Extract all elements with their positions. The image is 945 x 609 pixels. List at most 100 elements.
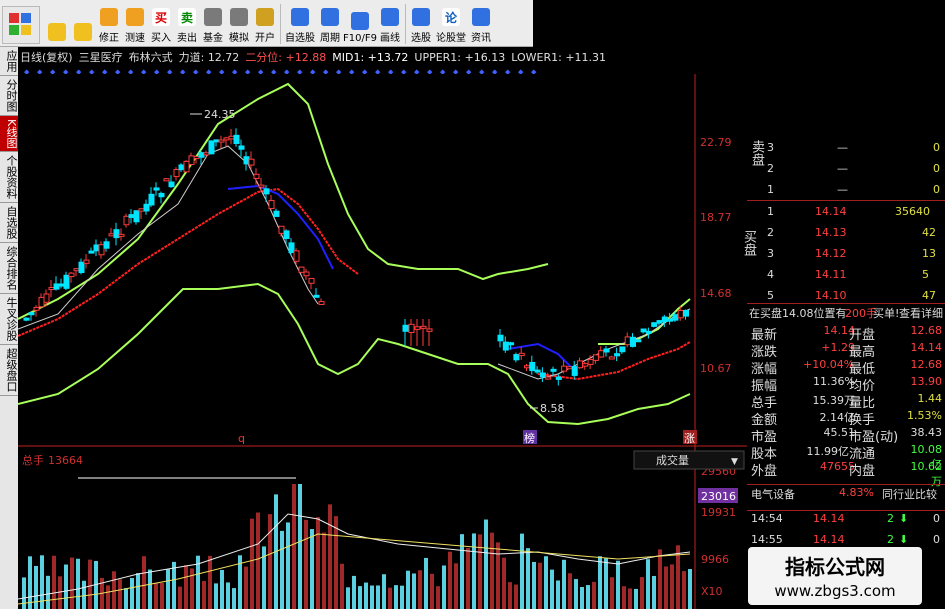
mid-value: +13.72 [367,50,409,64]
candle-body [640,328,647,333]
toolbar-nav-button-0[interactable] [44,2,70,46]
side-tab-2[interactable]: K线图 [0,116,18,153]
side-tab-5[interactable]: 综合排名 [0,243,18,295]
toolbar-button-3[interactable]: 测速 [122,2,148,46]
buy-level-row[interactable]: 4 14.11 5 [747,267,945,284]
candle-body [113,229,120,239]
bid-info-detail-link[interactable]: 查看详细 [899,305,943,321]
lock-icon [256,8,274,26]
tick-flag: 0 [933,512,940,525]
event-mark-zhang[interactable]: 涨 [684,432,695,445]
buy-level-row[interactable]: 3 14.12 13 [747,246,945,263]
toolbar-button-12[interactable]: 画线 [377,2,403,46]
price-tick-label: 18.77 [700,211,732,224]
side-tab-0[interactable]: 应用 [0,47,18,76]
toolbar-button-6[interactable]: 基金 [200,2,226,46]
toolbar-button-10[interactable]: 周期 [317,2,343,46]
event-mark-bang[interactable]: 榜 [524,431,535,445]
mid-band-line [18,187,359,337]
sector-name: 电气设备 [751,488,795,501]
volume-bar [484,519,488,609]
volume-indicator-dropdown[interactable] [633,450,745,470]
mid-label: MID1: +13.72 [332,51,408,64]
volume-bar [46,575,50,609]
candle-body [529,361,536,372]
candle-body [123,215,130,226]
toolbar-button-13[interactable]: 选股 [408,2,434,46]
volume-bar [70,557,74,609]
candle-body [414,326,421,330]
toolbar-button-5[interactable]: 卖卖出 [174,2,200,46]
sector-row[interactable]: 电气设备 4.83% 同行业比较 [747,484,945,502]
candle-body [68,272,75,278]
volume-bar [580,587,584,609]
quote-row: 市盈 45.51 市盈(动) 38.43 [747,425,945,445]
volume-label: 总手 [22,453,44,467]
quote-right-value: 12.68 [910,324,943,337]
candle-body [587,358,594,365]
toolbar-button-14[interactable]: 论论股堂 [434,2,468,46]
volume-bar [130,578,134,609]
candle-body [218,139,225,143]
side-tab-1[interactable]: 分时图 [0,76,18,116]
buy-level-row[interactable]: 1 14.14 35640 [747,204,945,221]
watermark-badge: 指标公式网 www.zbgs3.com [748,547,922,605]
volume-dropdown-label: 成交量 [656,453,689,467]
indicator-name[interactable]: 布林六式 [129,49,173,65]
volume-bar [190,568,194,609]
candle-body [624,336,631,346]
side-tab-7[interactable]: 超级盘口 [0,345,18,397]
tick-row: 14:54 14.14 2 ⬇ 0 [747,510,945,528]
sell-level-row[interactable]: 1 — 0 [747,182,945,199]
side-tab-4[interactable]: 自选股 [0,203,18,244]
candle-body [571,366,578,376]
volume-bar [76,558,80,609]
toolbar-button-9[interactable]: 自选股 [283,2,317,46]
f10-icon [351,12,369,30]
refresh-circle-icon [100,8,118,26]
sell-icon: 卖 [178,8,196,26]
quote-right-value: 1.44 [917,392,943,405]
volume-bar [106,585,110,609]
buy-level: 4 [767,268,774,281]
volume-bar [664,566,668,609]
volume-bar [562,559,566,609]
lower-value: +11.31 [565,50,607,64]
app-logo[interactable] [2,6,40,44]
candle-body [651,322,658,327]
buy-level: 5 [767,289,774,302]
up-down-arrows-icon [74,23,92,41]
period-label[interactable]: 日线(复权) [20,49,73,65]
event-mark-q[interactable]: q [238,432,245,445]
volume-bar [478,534,482,609]
candle-body [133,210,140,223]
kline-chart[interactable]: 22.7918.7714.6810.67 24.358.58q 榜涨 295602… [18,74,747,609]
toolbar-button-2[interactable]: 修正 [96,2,122,46]
toolbar-button-11[interactable]: F10/F9 [343,2,377,46]
candle-body [426,328,433,332]
buy-volume: 5 [922,268,929,281]
volume-bar [556,580,560,609]
toolbar-button-label: 模拟 [229,33,249,44]
toolbar-button-7[interactable]: 模拟 [226,2,252,46]
volume-bar [646,559,650,609]
toolbar-button-4[interactable]: 买买入 [148,2,174,46]
toolbar-button-15[interactable]: 资讯 [468,2,494,46]
side-tab-6[interactable]: 牛叉诊股 [0,294,18,346]
quote-row: 最新 14.14 开盘 12.68 [747,323,945,343]
volume-bar [310,529,314,609]
candle-body [253,173,260,179]
volume-bar [688,569,692,609]
buy-level-row[interactable]: 2 14.13 42 [747,225,945,242]
side-tab-3[interactable]: 个股资料 [0,152,18,204]
volume-bar [364,582,368,609]
sell-level-row[interactable]: 2 — 0 [747,161,945,178]
volume-bar [52,555,56,609]
candle-body [83,259,90,264]
candle-body [614,353,621,357]
toolbar-nav-button-1[interactable] [70,2,96,46]
toolbar-button-8[interactable]: 开户 [252,2,278,46]
sell-level-row[interactable]: 3 — 0 [747,140,945,157]
quote-label: 内盘 [849,464,876,479]
candle-body [667,318,674,322]
